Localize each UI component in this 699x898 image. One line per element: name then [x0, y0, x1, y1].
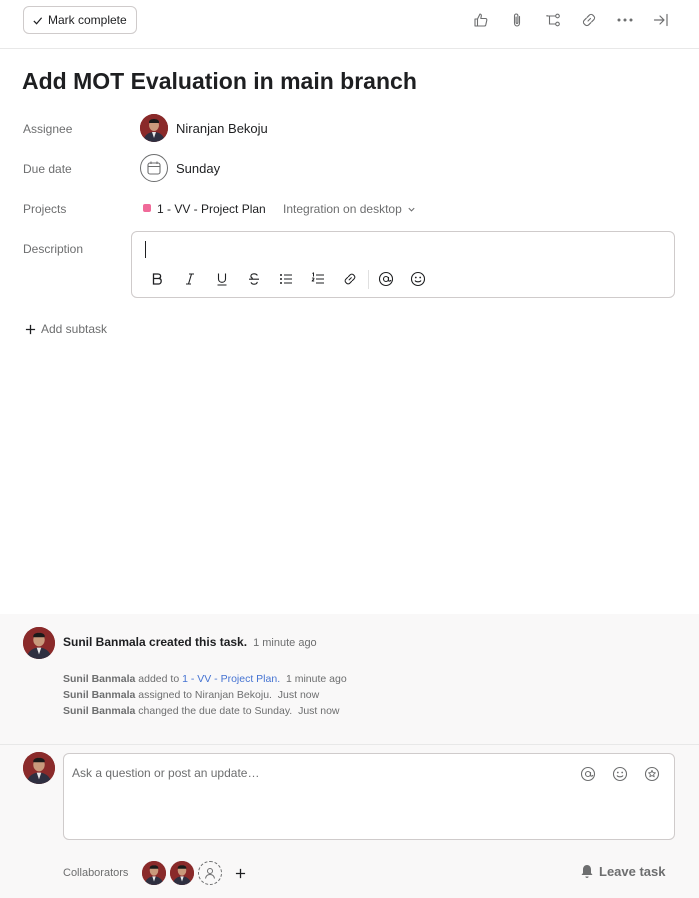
collaborator-avatar[interactable]	[170, 861, 194, 885]
activity-actor: Sunil Banmala	[63, 689, 136, 701]
created-story: Sunil Banmala created this task. 1 minute…	[63, 635, 317, 649]
add-subtask-label: Add subtask	[41, 322, 108, 336]
chevron-down-icon	[408, 207, 415, 212]
activity-actor: Sunil Banmala	[63, 705, 136, 717]
projects-label: Projects	[23, 202, 67, 216]
task-toolbar: Mark complete	[0, 0, 699, 49]
text-caret	[145, 241, 146, 258]
mark-complete-button[interactable]: Mark complete	[23, 6, 137, 34]
due-date-label: Due date	[23, 162, 72, 176]
activity-project-link[interactable]: 1 - VV - Project Plan.	[182, 673, 280, 685]
assignee-name[interactable]: Niranjan Bekoju	[176, 121, 268, 136]
leave-task-button[interactable]: Leave task	[580, 864, 666, 879]
activity-action: assigned to Niranjan Bekoju.	[138, 689, 272, 701]
bullet-list-icon[interactable]	[278, 271, 294, 287]
activity-feed: Sunil Banmala created this task. 1 minute…	[0, 614, 699, 745]
strikethrough-icon[interactable]	[246, 271, 262, 287]
current-user-avatar	[23, 752, 55, 784]
creator-avatar[interactable]	[23, 627, 55, 659]
more-icon[interactable]	[615, 10, 635, 30]
toolbar-divider	[368, 270, 369, 289]
comment-input[interactable]: Ask a question or post an update…	[63, 753, 675, 840]
add-subtask-button[interactable]: Add subtask	[25, 322, 107, 336]
section-name: Integration on desktop	[283, 202, 402, 216]
plus-icon	[25, 324, 36, 334]
link-icon[interactable]	[342, 271, 358, 287]
activity-entry: Sunil Banmala assigned to Niranjan Bekoj…	[63, 689, 319, 701]
thumbs-up-icon[interactable]	[471, 10, 491, 30]
link-icon[interactable]	[579, 10, 599, 30]
assignee-label: Assignee	[23, 122, 73, 136]
calendar-icon[interactable]	[140, 154, 168, 182]
check-icon	[33, 16, 43, 25]
created-story-text: Sunil Banmala created this task.	[63, 635, 248, 649]
add-collaborator-button[interactable]	[198, 861, 222, 885]
activity-time: Just now	[298, 705, 340, 717]
person-icon	[205, 868, 215, 879]
numbered-list-icon[interactable]	[310, 271, 326, 287]
mark-complete-label: Mark complete	[48, 13, 127, 27]
activity-actor: Sunil Banmala	[63, 673, 136, 685]
project-color-dot	[143, 204, 151, 212]
paperclip-icon[interactable]	[507, 10, 527, 30]
project-name[interactable]: 1 - VV - Project Plan	[157, 202, 266, 216]
activity-entry: Sunil Banmala added to 1 - VV - Project …	[63, 673, 347, 685]
description-editor[interactable]	[131, 231, 675, 298]
collaborators-label: Collaborators	[63, 867, 129, 879]
mention-icon[interactable]	[580, 766, 596, 782]
description-label: Description	[23, 242, 84, 256]
activity-time: 1 minute ago	[285, 673, 347, 685]
emoji-icon[interactable]	[612, 766, 628, 782]
collaborator-avatar[interactable]	[142, 861, 166, 885]
assignee-avatar[interactable]	[140, 114, 168, 142]
appreciation-star-icon[interactable]	[644, 766, 660, 782]
activity-action: changed the due date to Sunday.	[138, 705, 293, 717]
emoji-icon[interactable]	[410, 271, 426, 287]
subtask-icon[interactable]	[543, 10, 563, 30]
underline-icon[interactable]	[214, 271, 230, 287]
bell-icon	[581, 865, 593, 878]
created-story-time: 1 minute ago	[253, 637, 317, 649]
bold-icon[interactable]	[149, 271, 165, 287]
mention-icon[interactable]	[378, 271, 394, 287]
close-pane-icon[interactable]	[651, 10, 671, 30]
activity-action: added to	[138, 673, 180, 685]
leave-task-label: Leave task	[599, 864, 666, 879]
section-dropdown[interactable]: Integration on desktop	[283, 202, 416, 216]
activity-time: Just now	[277, 689, 320, 701]
comment-placeholder: Ask a question or post an update…	[72, 766, 260, 780]
italic-icon[interactable]	[182, 271, 198, 287]
plus-icon[interactable]	[233, 866, 247, 880]
due-date-value[interactable]: Sunday	[176, 161, 220, 176]
activity-entry: Sunil Banmala changed the due date to Su…	[63, 705, 340, 717]
comment-composer: Ask a question or post an update… Collab…	[0, 745, 699, 898]
task-title[interactable]: Add MOT Evaluation in main branch	[22, 68, 417, 95]
